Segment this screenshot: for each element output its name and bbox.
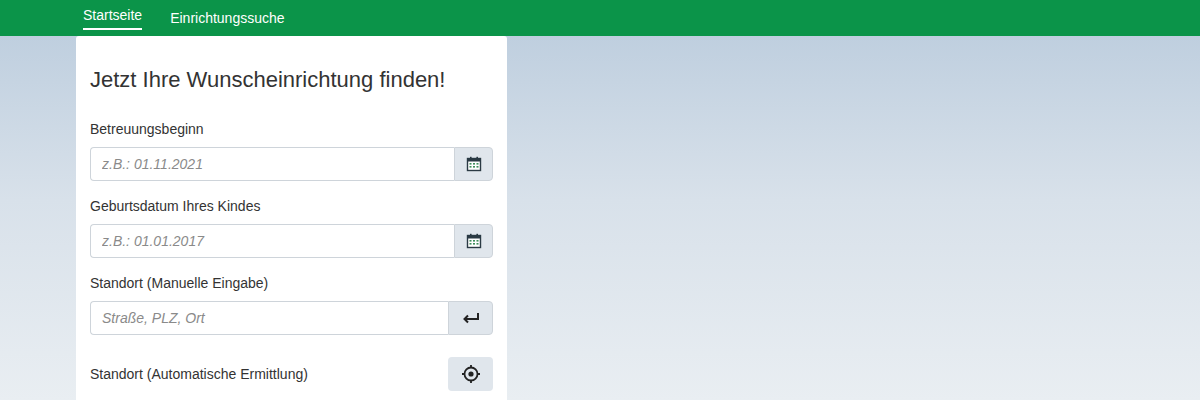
input-group: [90, 301, 493, 335]
field-label: Standort (Manuelle Eingabe): [90, 273, 493, 293]
enter-icon: [462, 311, 480, 325]
nav-item[interactable]: Einrichtungssuche: [170, 0, 284, 36]
hero: Jetzt Ihre Wunscheinrichtung finden! Bet…: [0, 36, 1200, 400]
locate-label: Standort (Automatische Ermittlung): [90, 364, 308, 384]
nav-item[interactable]: Startseite: [83, 0, 142, 30]
top-nav: Startseite Einrichtungssuche: [0, 0, 1200, 36]
submit-button[interactable]: [448, 301, 493, 335]
card-title: Jetzt Ihre Wunscheinrichtung finden!: [90, 66, 493, 94]
form-field: Betreuungsbeginn: [90, 119, 493, 181]
text-input[interactable]: [90, 301, 448, 335]
text-input[interactable]: [90, 147, 454, 181]
calendar-button[interactable]: [454, 224, 493, 258]
input-group: [90, 147, 493, 181]
locate-row: Standort (Automatische Ermittlung): [90, 357, 493, 391]
field-label: Geburtsdatum Ihres Kindes: [90, 196, 493, 216]
calendar-icon: [466, 233, 482, 249]
page: Startseite Einrichtungssuche Jetzt Ihre W…: [0, 0, 1200, 400]
crosshair-icon: [461, 364, 481, 384]
input-group: [90, 224, 493, 258]
form-field: Geburtsdatum Ihres Kindes: [90, 196, 493, 258]
search-card: Jetzt Ihre Wunscheinrichtung finden! Bet…: [76, 36, 507, 400]
field-label: Betreuungsbeginn: [90, 119, 493, 139]
calendar-button[interactable]: [454, 147, 493, 181]
form-field: Standort (Manuelle Eingabe): [90, 273, 493, 335]
text-input[interactable]: [90, 224, 454, 258]
calendar-icon: [466, 156, 482, 172]
locate-button[interactable]: [448, 357, 493, 391]
